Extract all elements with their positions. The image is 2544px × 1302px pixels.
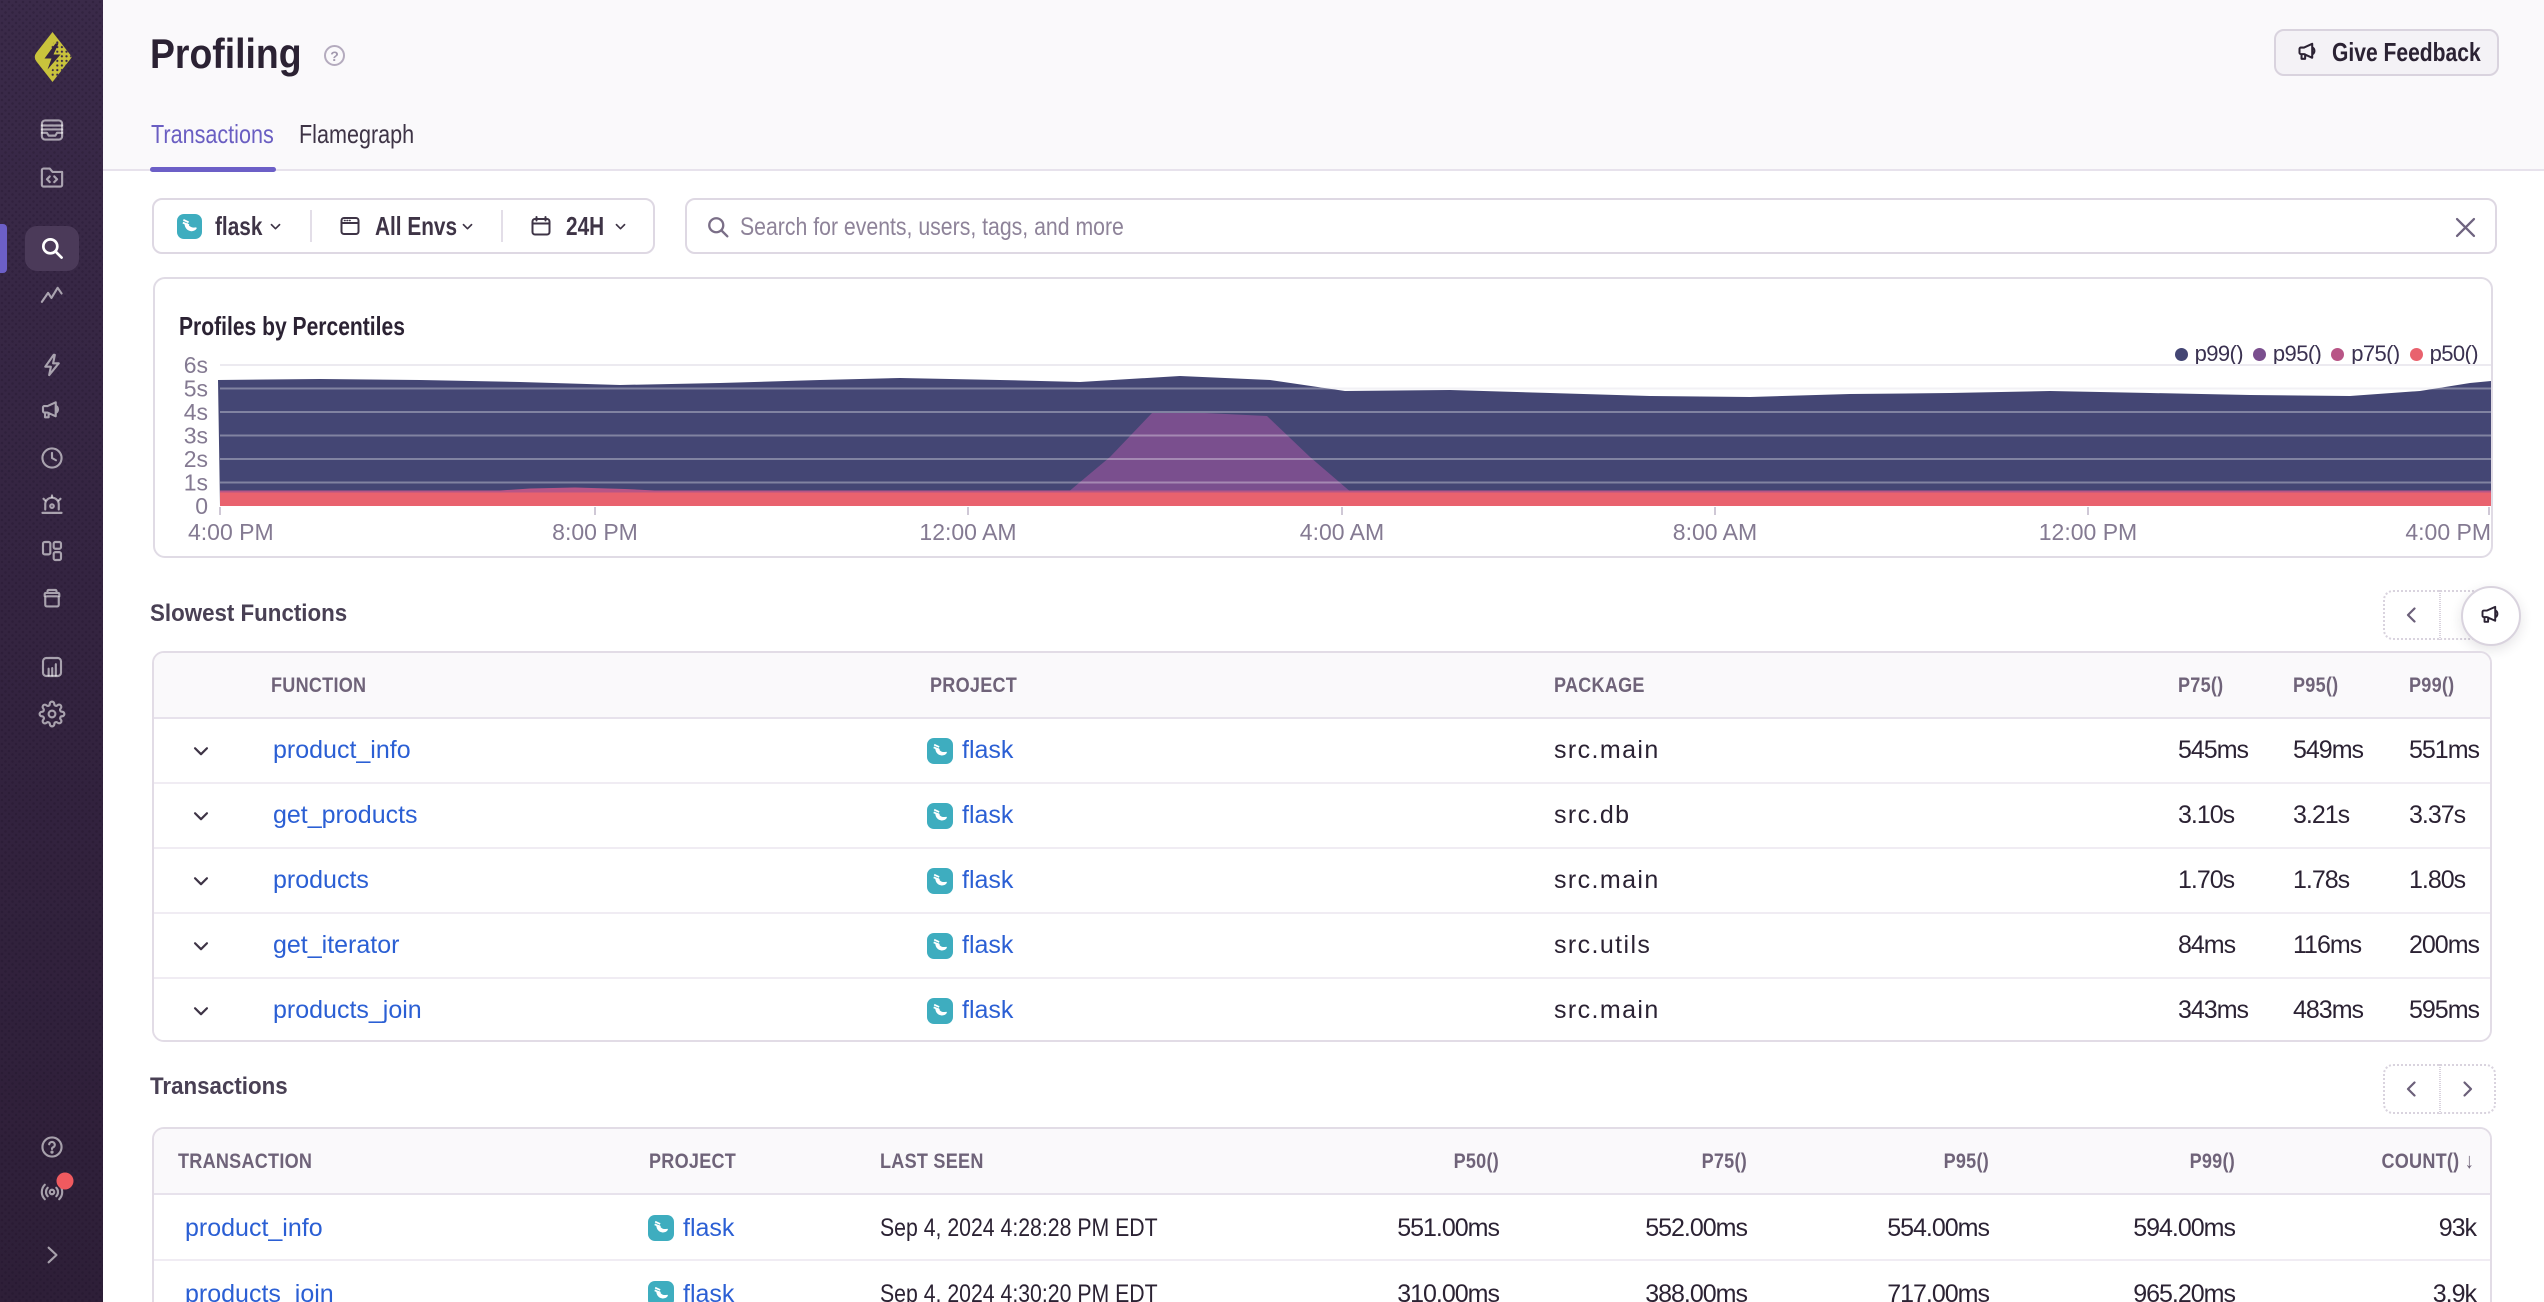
svg-text:4s: 4s xyxy=(184,399,208,425)
svg-text:1s: 1s xyxy=(184,470,208,496)
svg-text:5s: 5s xyxy=(184,376,208,402)
svg-text:2s: 2s xyxy=(184,446,208,472)
svg-text:12:00 PM: 12:00 PM xyxy=(2039,519,2137,545)
svg-text:4:00 PM: 4:00 PM xyxy=(2405,519,2491,545)
svg-text:0: 0 xyxy=(195,493,208,519)
svg-text:12:00 AM: 12:00 AM xyxy=(919,519,1016,545)
svg-text:4:00 PM: 4:00 PM xyxy=(188,519,274,545)
svg-text:8:00 PM: 8:00 PM xyxy=(552,519,638,545)
svg-text:4:00 AM: 4:00 AM xyxy=(1300,519,1384,545)
svg-text:8:00 AM: 8:00 AM xyxy=(1673,519,1757,545)
svg-text:3s: 3s xyxy=(184,423,208,449)
svg-text:6s: 6s xyxy=(184,352,208,378)
